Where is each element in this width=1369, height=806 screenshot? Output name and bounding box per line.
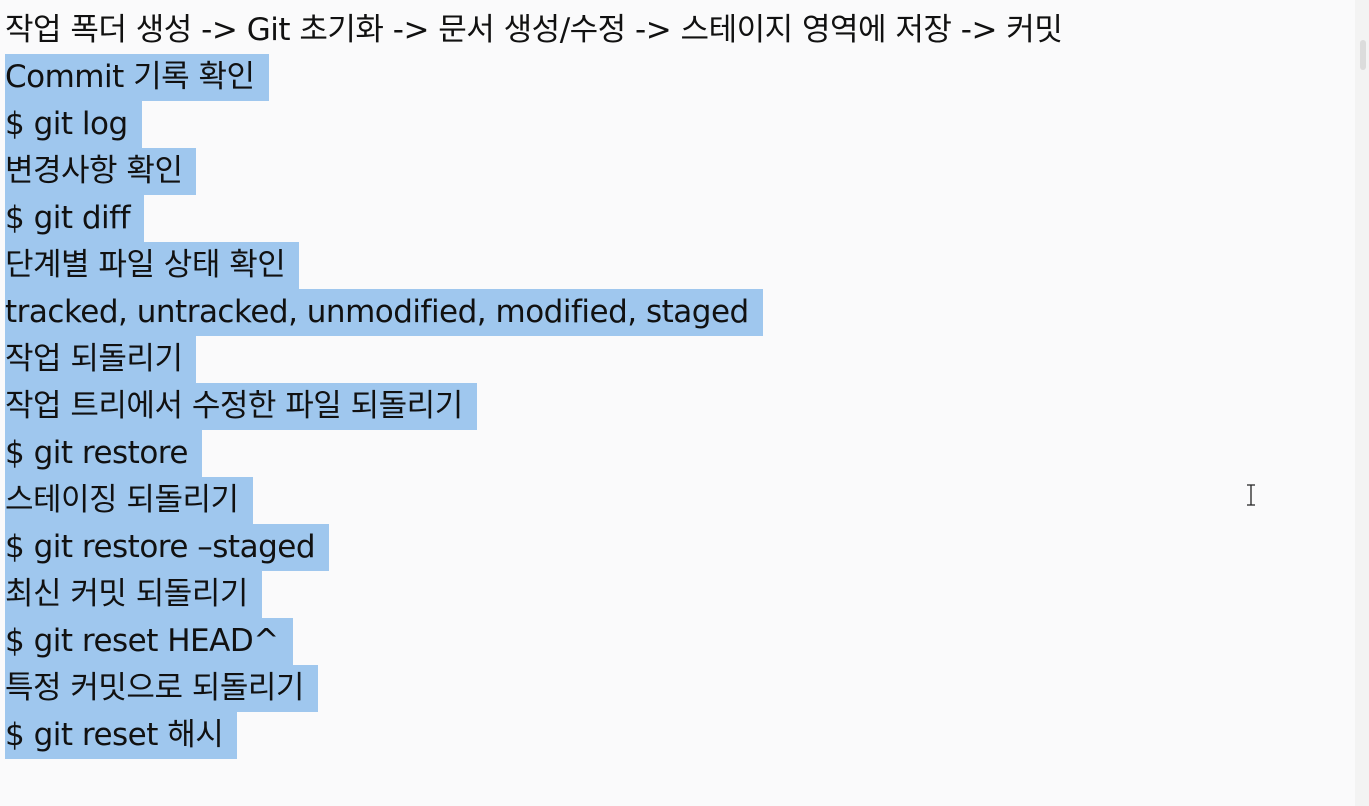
selected-text[interactable]: 작업 되돌리기 <box>5 336 197 383</box>
selected-line[interactable]: $ git restore <box>5 430 1345 477</box>
selected-text[interactable]: 최신 커밋 되돌리기 <box>5 571 262 618</box>
vertical-scrollbar[interactable] <box>1355 0 1369 806</box>
selected-text[interactable]: $ git diff <box>5 195 144 242</box>
selected-text[interactable]: $ git reset HEAD^ <box>5 618 293 665</box>
selected-text[interactable]: tracked, untracked, unmodified, modified… <box>5 289 763 336</box>
selected-line[interactable]: tracked, untracked, unmodified, modified… <box>5 289 1345 336</box>
document-body[interactable]: 작업 폭더 생성 -> Git 초기화 -> 문서 생성/수정 -> 스테이지 … <box>5 7 1345 759</box>
selected-line[interactable]: $ git diff <box>5 195 1345 242</box>
selected-line[interactable]: 스테이징 되돌리기 <box>5 477 1345 524</box>
selected-line[interactable]: $ git restore –staged <box>5 524 1345 571</box>
selected-line[interactable]: Commit 기록 확인 <box>5 54 1345 101</box>
scrollbar-thumb[interactable] <box>1360 40 1366 70</box>
selected-text[interactable]: $ git restore <box>5 430 202 477</box>
selected-line[interactable]: 변경사항 확인 <box>5 148 1345 195</box>
workflow-text[interactable]: 작업 폭더 생성 -> Git 초기화 -> 문서 생성/수정 -> 스테이지 … <box>5 7 1063 54</box>
selected-line[interactable]: 최신 커밋 되돌리기 <box>5 571 1345 618</box>
header-line[interactable]: 작업 폭더 생성 -> Git 초기화 -> 문서 생성/수정 -> 스테이지 … <box>5 7 1345 54</box>
selected-line[interactable]: $ git reset HEAD^ <box>5 618 1345 665</box>
selected-text[interactable]: $ git restore –staged <box>5 524 330 571</box>
selected-text[interactable]: 스테이징 되돌리기 <box>5 477 253 524</box>
selected-text[interactable]: 변경사항 확인 <box>5 148 197 195</box>
selected-text[interactable]: $ git log <box>5 101 142 148</box>
selected-line[interactable]: 작업 트리에서 수정한 파일 되돌리기 <box>5 383 1345 430</box>
selected-line[interactable]: $ git reset 해시 <box>5 712 1345 759</box>
selected-text[interactable]: 작업 트리에서 수정한 파일 되돌리기 <box>5 383 477 430</box>
selected-text[interactable]: 단계별 파일 상태 확인 <box>5 242 300 289</box>
selected-line[interactable]: 단계별 파일 상태 확인 <box>5 242 1345 289</box>
selected-line[interactable]: 특정 커밋으로 되돌리기 <box>5 665 1345 712</box>
selected-text[interactable]: 특정 커밋으로 되돌리기 <box>5 665 318 712</box>
selected-line[interactable]: $ git log <box>5 101 1345 148</box>
selected-line[interactable]: 작업 되돌리기 <box>5 336 1345 383</box>
text-ibeam-icon <box>1245 484 1257 506</box>
selected-text[interactable]: $ git reset 해시 <box>5 712 238 759</box>
selected-text[interactable]: Commit 기록 확인 <box>5 54 269 101</box>
